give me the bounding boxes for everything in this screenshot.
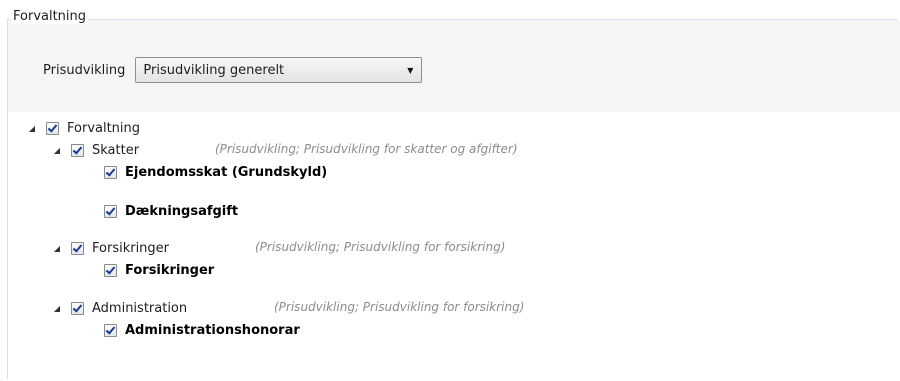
group-title: Forvaltning [11,9,89,24]
tree-node-forsikringer-child: Forsikringer [104,262,214,278]
node-label: Ejendomsskat (Grundskyld) [125,164,328,180]
checkbox-forsikringer[interactable] [71,241,84,255]
checkbox-administrationshonorar[interactable] [104,323,117,337]
checkbox-administration[interactable] [71,301,84,315]
node-label: Administration [92,300,188,316]
checkbox-daekningsafgift[interactable] [104,204,117,218]
tree-node-skatter: ◢ Skatter (Prisudvikling; Prisudvikling … [52,142,518,158]
node-description: (Prisudvikling; Prisudvikling for forsik… [274,300,525,314]
node-label: Forvaltning [67,120,141,136]
expand-triangle-icon[interactable]: ◢ [52,146,62,155]
node-label: Skatter [92,142,140,158]
prisudvikling-select[interactable]: Prisudvikling generelt ▼ [135,57,423,83]
node-label: Forsikringer [92,240,170,256]
checkbox-ejendomsskat[interactable] [104,165,117,179]
tree-node-daekningsafgift: Dækningsafgift [104,203,238,219]
tree-node-administrationshonorar: Administrationshonorar [104,322,300,338]
filter-row: Prisudvikling Prisudvikling generelt ▼ [43,56,423,84]
tree-node-ejendomsskat: Ejendomsskat (Grundskyld) [104,164,327,180]
node-label: Forsikringer [125,262,215,278]
checkbox-forvaltning[interactable] [46,121,59,135]
node-label: Administrationshonorar [125,322,300,338]
checkbox-skatter[interactable] [71,143,84,157]
expand-triangle-icon[interactable]: ◢ [52,244,62,253]
node-label: Dækningsafgift [125,203,239,219]
tree-node-administration: ◢ Administration (Prisudvikling; Prisudv… [52,300,524,316]
dropdown-arrow-icon: ▼ [407,65,414,75]
expand-triangle-icon[interactable]: ◢ [27,124,37,133]
filter-label: Prisudvikling [43,62,126,78]
select-value: Prisudvikling generelt [143,62,285,78]
node-description: (Prisudvikling; Prisudvikling for forsik… [255,240,506,254]
tree-node-forsikringer: ◢ Forsikringer (Prisudvikling; Prisudvik… [52,240,505,256]
node-description: (Prisudvikling; Prisudvikling for skatte… [215,142,518,156]
checkbox-forsikringer-child[interactable] [104,263,117,277]
expand-triangle-icon[interactable]: ◢ [52,304,62,313]
tree-node-forvaltning: ◢ Forvaltning [27,120,140,136]
